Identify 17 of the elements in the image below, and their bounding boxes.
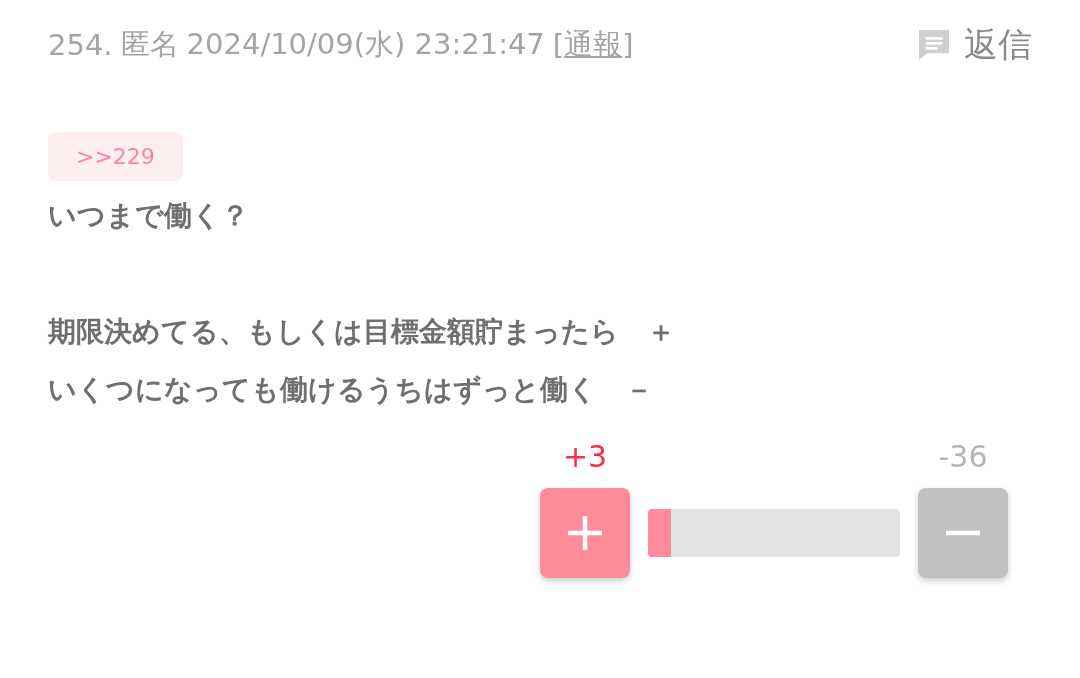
plus-icon [566, 514, 604, 552]
post-number: 254. [48, 28, 113, 62]
minus-count: -36 [938, 439, 988, 474]
post-text: 期限決めてる、もしくは目標金額貯まったら ＋ [48, 314, 676, 350]
reply-button[interactable]: 返信 [914, 22, 1032, 68]
minus-button[interactable] [918, 488, 1008, 578]
post-text: いくつになっても働けるうちはずっと働く － [48, 372, 654, 408]
plus-count: +3 [562, 439, 608, 474]
minus-icon [944, 530, 982, 536]
author-name: 匿名 [120, 26, 179, 63]
bracket: [ [552, 28, 565, 62]
plus-button[interactable] [540, 488, 630, 578]
post-datetime: 2024/10/09(水) 23:21:47 [186, 26, 545, 63]
report-link[interactable]: 通報 [564, 25, 623, 65]
post-text: いつまで働く？ [48, 198, 250, 234]
quote-link[interactable]: >>229 [48, 132, 183, 181]
bracket: ] [622, 28, 634, 62]
